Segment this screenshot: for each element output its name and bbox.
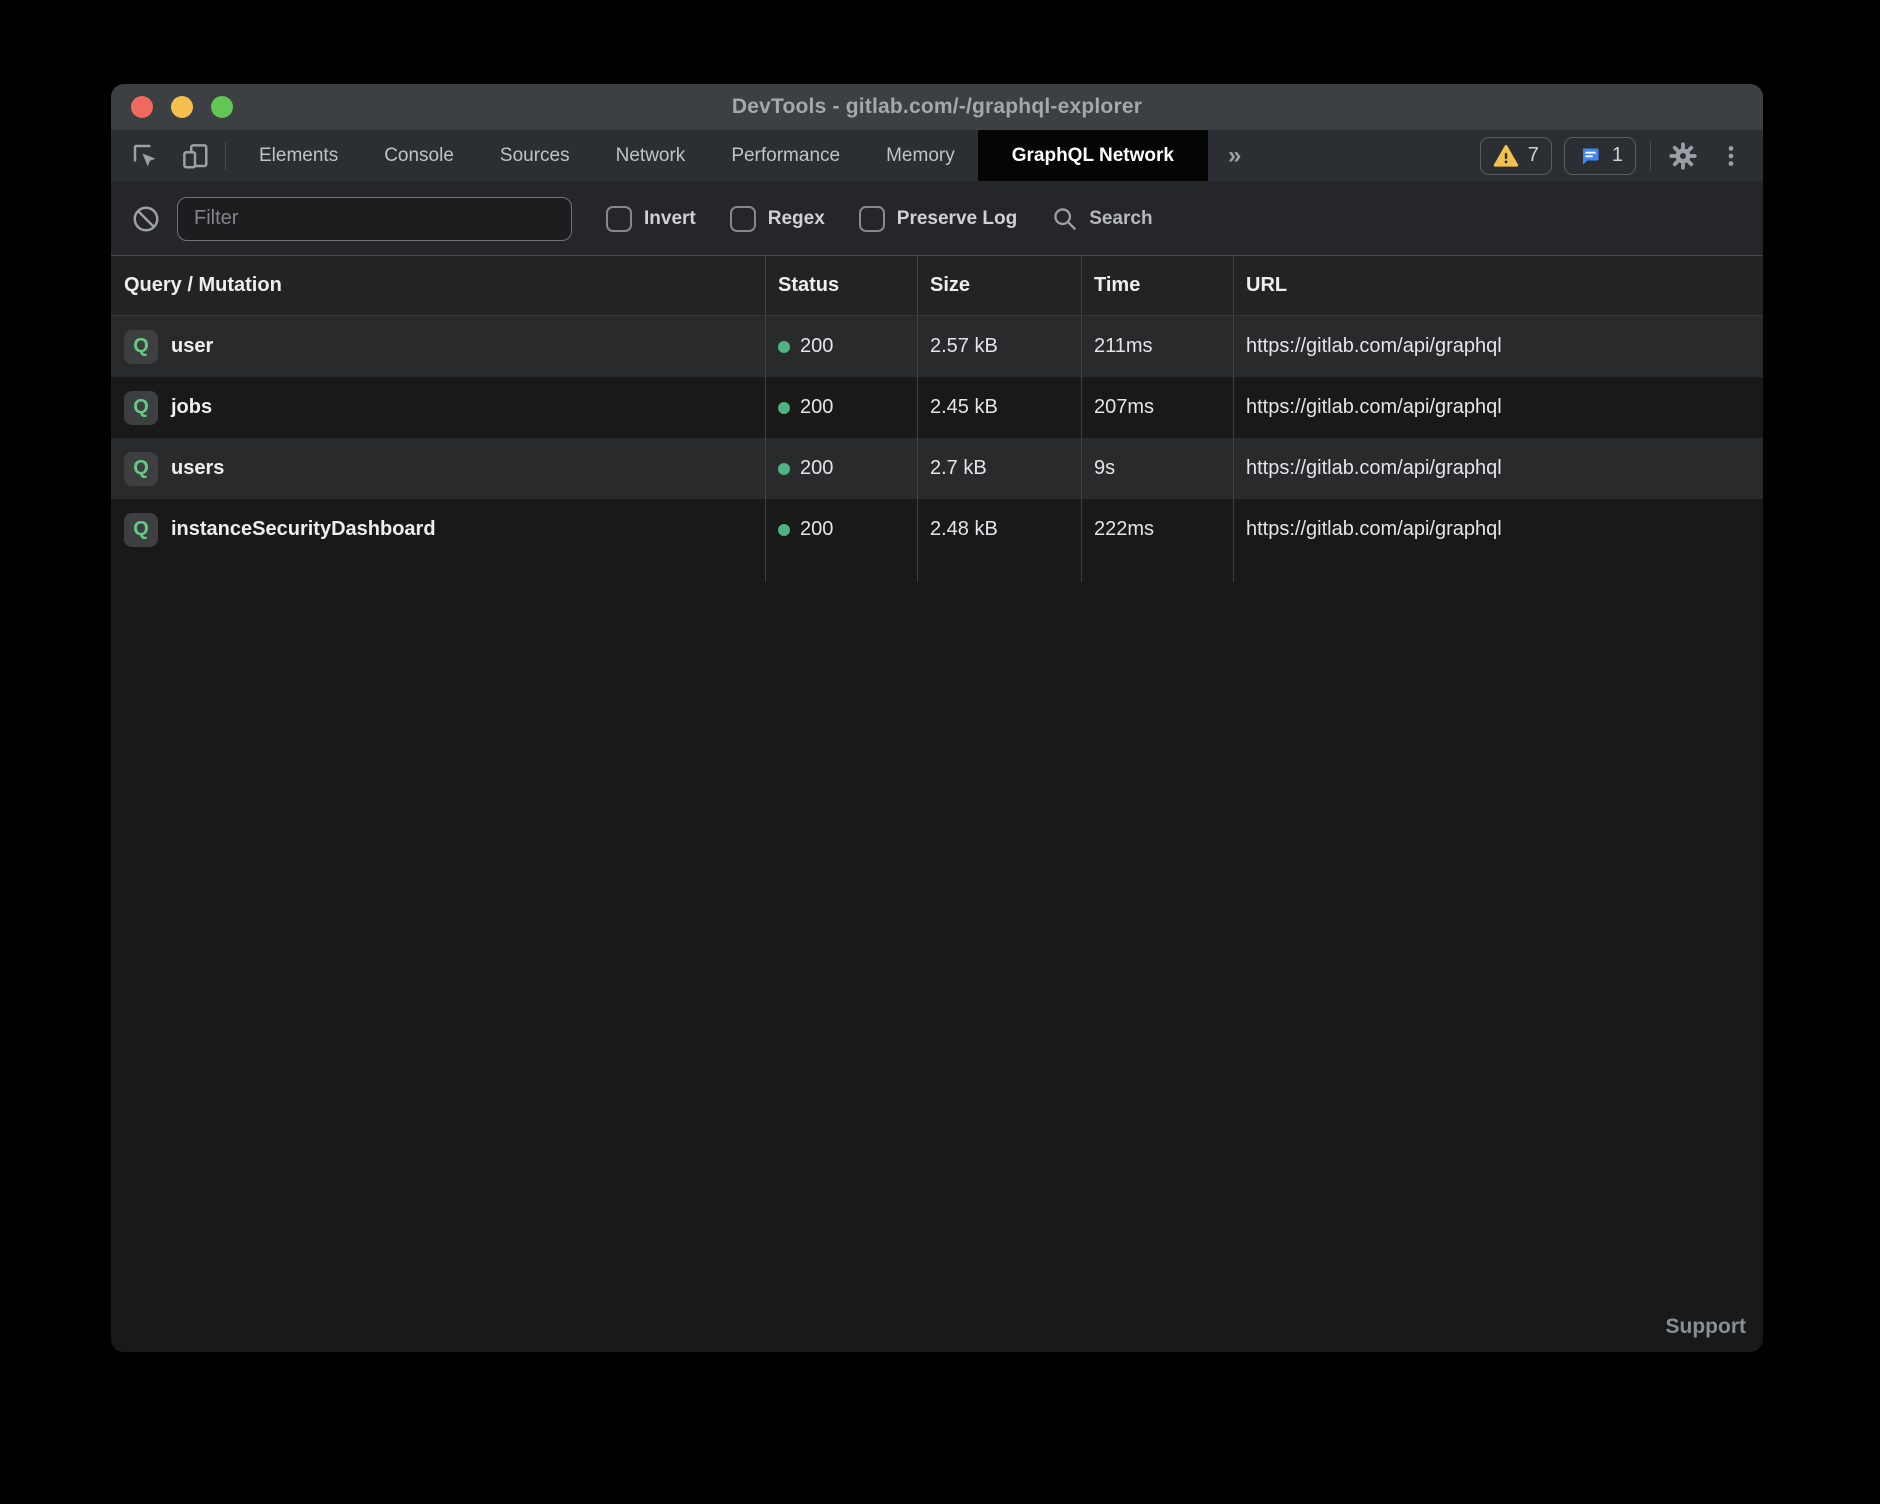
close-window-button[interactable] <box>131 96 153 118</box>
url-value: https://gitlab.com/api/graphql <box>1233 457 1763 480</box>
url-value: https://gitlab.com/api/graphql <box>1233 518 1763 541</box>
status-ok-dot <box>778 524 790 536</box>
more-tabs-button[interactable]: » <box>1208 130 1261 181</box>
tab-sources[interactable]: Sources <box>477 130 593 181</box>
time-value: 211ms <box>1081 335 1233 358</box>
tab-elements[interactable]: Elements <box>236 130 361 181</box>
query-type-badge: Q <box>124 391 158 425</box>
invert-checkbox[interactable] <box>606 206 632 232</box>
titlebar: DevTools - gitlab.com/-/graphql-explorer <box>111 84 1763 130</box>
time-value: 222ms <box>1081 518 1233 541</box>
query-name: users <box>171 457 224 480</box>
status-code: 200 <box>800 518 833 541</box>
regex-checkbox-group[interactable]: Regex <box>730 206 825 232</box>
size-value: 2.7 kB <box>917 457 1081 480</box>
device-toolbar-icon <box>180 141 210 171</box>
inspect-element-button[interactable] <box>127 138 163 174</box>
status-code: 200 <box>800 457 833 480</box>
query-type-badge: Q <box>124 513 158 547</box>
col-header-size[interactable]: Size <box>917 274 1081 297</box>
col-header-query-mutation[interactable]: Query / Mutation <box>111 274 765 297</box>
status-code: 200 <box>800 396 833 419</box>
filter-input[interactable] <box>177 197 572 241</box>
table-row[interactable]: Q instanceSecurityDashboard 200 2.48 kB … <box>111 499 1763 560</box>
filter-toolbar: Invert Regex Preserve Log Search <box>111 182 1763 255</box>
devtools-window: DevTools - gitlab.com/-/graphql-explorer… <box>111 84 1763 1352</box>
device-toolbar-button[interactable] <box>177 138 213 174</box>
messages-badge[interactable]: 1 <box>1564 137 1636 175</box>
toolbar-divider <box>225 142 226 170</box>
time-value: 9s <box>1081 457 1233 480</box>
query-name: jobs <box>171 396 212 419</box>
status-code: 200 <box>800 335 833 358</box>
tab-graphql-network[interactable]: GraphQL Network <box>978 130 1208 181</box>
invert-label: Invert <box>644 208 696 230</box>
graphql-network-panel: Query / Mutation Status Size Time URL Q … <box>111 255 1763 1352</box>
preserve-log-label: Preserve Log <box>897 208 1017 230</box>
size-value: 2.48 kB <box>917 518 1081 541</box>
time-value: 207ms <box>1081 396 1233 419</box>
zoom-window-button[interactable] <box>211 96 233 118</box>
inspect-cursor-icon <box>130 141 160 171</box>
minimize-window-button[interactable] <box>171 96 193 118</box>
support-link[interactable]: Support <box>1666 1315 1746 1339</box>
preserve-log-checkbox[interactable] <box>859 206 885 232</box>
url-value: https://gitlab.com/api/graphql <box>1233 396 1763 419</box>
tab-memory[interactable]: Memory <box>863 130 978 181</box>
col-header-time[interactable]: Time <box>1081 274 1233 297</box>
table-row[interactable]: Q user 200 2.57 kB 211ms https://gitlab.… <box>111 316 1763 377</box>
regex-label: Regex <box>768 208 825 230</box>
messages-count: 1 <box>1612 144 1623 167</box>
col-header-url[interactable]: URL <box>1233 274 1763 297</box>
query-name: user <box>171 335 213 358</box>
size-value: 2.57 kB <box>917 335 1081 358</box>
message-bubble-icon <box>1577 144 1603 168</box>
table-row[interactable]: Q jobs 200 2.45 kB 207ms https://gitlab.… <box>111 377 1763 438</box>
clear-log-button[interactable] <box>128 201 164 237</box>
more-options-button[interactable] <box>1713 138 1749 174</box>
devtools-tabbar: Elements Console Sources Network Perform… <box>111 130 1763 182</box>
warnings-badge[interactable]: 7 <box>1480 137 1552 175</box>
kebab-menu-icon <box>1718 143 1744 169</box>
query-type-badge: Q <box>124 452 158 486</box>
gear-icon <box>1668 141 1698 171</box>
tab-console[interactable]: Console <box>361 130 477 181</box>
settings-button[interactable] <box>1665 138 1701 174</box>
panel-tabs: Elements Console Sources Network Perform… <box>236 130 1208 181</box>
tab-network[interactable]: Network <box>593 130 709 181</box>
query-type-badge: Q <box>124 330 158 364</box>
table-row[interactable]: Q users 200 2.7 kB 9s https://gitlab.com… <box>111 438 1763 499</box>
preserve-log-checkbox-group[interactable]: Preserve Log <box>859 206 1017 232</box>
query-name: instanceSecurityDashboard <box>171 518 436 541</box>
warning-icon <box>1493 144 1519 168</box>
regex-checkbox[interactable] <box>730 206 756 232</box>
search-label: Search <box>1089 208 1152 230</box>
tab-performance[interactable]: Performance <box>708 130 863 181</box>
warnings-count: 7 <box>1528 144 1539 167</box>
status-ok-dot <box>778 341 790 353</box>
window-title: DevTools - gitlab.com/-/graphql-explorer <box>732 95 1142 119</box>
size-value: 2.45 kB <box>917 396 1081 419</box>
invert-checkbox-group[interactable]: Invert <box>606 206 696 232</box>
col-header-status[interactable]: Status <box>765 274 917 297</box>
status-ok-dot <box>778 463 790 475</box>
status-ok-dot <box>778 402 790 414</box>
table-header-row: Query / Mutation Status Size Time URL <box>111 255 1763 316</box>
search-button[interactable]: Search <box>1051 205 1152 233</box>
search-icon <box>1051 205 1079 233</box>
url-value: https://gitlab.com/api/graphql <box>1233 335 1763 358</box>
block-icon <box>131 204 161 234</box>
traffic-lights <box>131 84 233 130</box>
badge-divider <box>1650 142 1651 170</box>
